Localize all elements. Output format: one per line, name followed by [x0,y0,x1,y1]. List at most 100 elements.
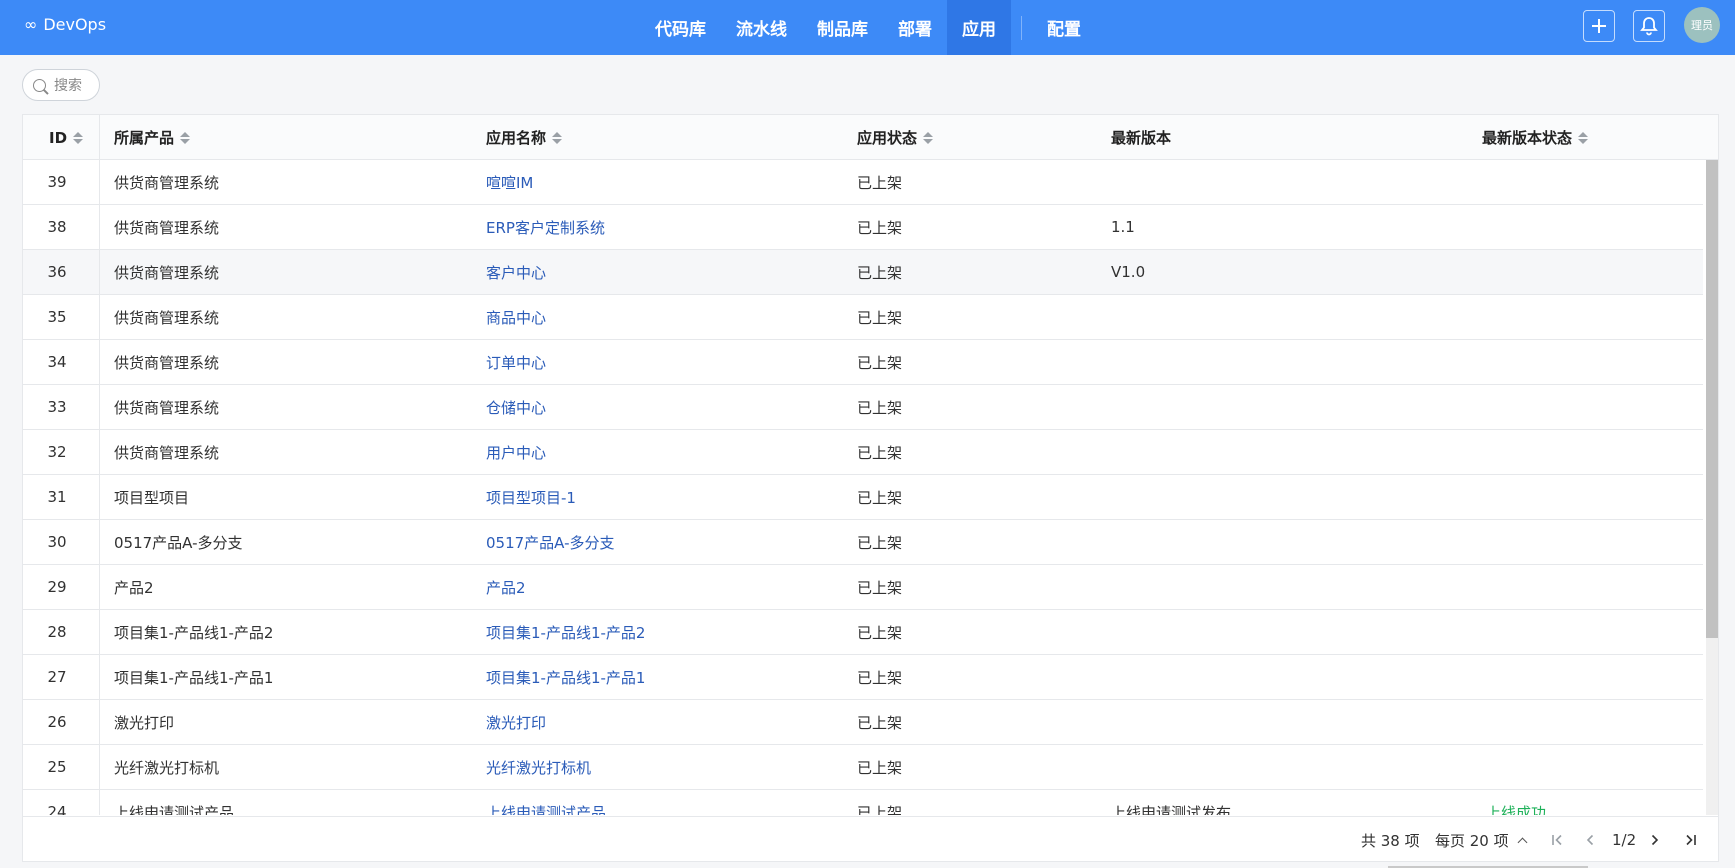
cell-id: 39 [47,173,67,191]
applications-table: ID 所属产品 应用名称 应用状态 最新版本 最新版本状态 39 供货商管理系统 喧… [22,114,1719,862]
table-row[interactable]: 35 供货商管理系统 商品中心 已上架 [23,295,1703,340]
table-row[interactable]: 30 0517产品A-多分支 0517产品A-多分支 已上架 [23,520,1703,565]
table-row[interactable]: 32 供货商管理系统 用户中心 已上架 [23,430,1703,475]
cell-id: 25 [47,758,67,776]
column-header-id[interactable]: ID [49,115,84,160]
nav-divider [1021,15,1022,40]
table-row[interactable]: 39 供货商管理系统 喧喧IM 已上架 [23,160,1703,205]
cell-product: 产品2 [114,578,154,597]
cell-id: 26 [47,713,67,731]
cell-app-name-link[interactable]: 上线申请测试产品 [486,790,606,816]
cell-app-name-link[interactable]: 客户中心 [486,250,546,294]
nav-item-pipeline[interactable]: 流水线 [721,0,802,55]
nav-item-artifacts[interactable]: 制品库 [802,0,883,55]
id-column-divider [99,115,100,815]
table-row[interactable]: 34 供货商管理系统 订单中心 已上架 [23,340,1703,385]
table-row[interactable]: 36 供货商管理系统 客户中心 已上架 V1.0 [23,250,1703,295]
table-row[interactable]: 26 激光打印 激光打印 已上架 [23,700,1703,745]
cell-product: 项目型项目 [114,488,190,507]
cell-app-name-link[interactable]: 项目型项目-1 [486,475,576,519]
cell-product: 项目集1-产品线1-产品1 [114,668,274,687]
cell-app-name-link[interactable]: 项目集1-产品线1-产品1 [486,655,645,699]
cell-app-status: 已上架 [857,758,903,777]
table-row[interactable]: 27 项目集1-产品线1-产品1 项目集1-产品线1-产品1 已上架 [23,655,1703,700]
cell-id: 34 [47,353,67,371]
nav-item-config[interactable]: 配置 [1032,0,1096,55]
next-page-button[interactable] [1650,817,1660,861]
table-row[interactable]: 25 光纤激光打标机 光纤激光打标机 已上架 [23,745,1703,790]
scrollbar-thumb[interactable] [1706,160,1718,638]
cell-id: 24 [47,803,67,815]
cell-app-name-link[interactable]: 订单中心 [486,340,546,384]
cell-app-name-link[interactable]: 产品2 [486,565,526,609]
add-button[interactable] [1583,10,1615,42]
cell-app-status: 已上架 [857,308,903,327]
app-logo[interactable]: ∞ DevOps [24,0,106,48]
cell-app-name-link[interactable]: 激光打印 [486,700,546,744]
pagination-bar: 共 38 项 每页 20 项 1/2 [23,816,1718,861]
column-header-product[interactable]: 所属产品 [114,115,191,160]
table-row[interactable]: 28 项目集1-产品线1-产品2 项目集1-产品线1-产品2 已上架 [23,610,1703,655]
cell-id: 32 [47,443,67,461]
cell-product: 光纤激光打标机 [114,758,220,777]
column-header-app-name[interactable]: 应用名称 [486,115,563,160]
nav-item-deploy[interactable]: 部署 [883,0,947,55]
cell-id: 28 [47,623,67,641]
table-row[interactable]: 33 供货商管理系统 仓储中心 已上架 [23,385,1703,430]
cell-app-status: 已上架 [857,218,903,237]
top-bar: ∞ DevOps 代码库 流水线 制品库 部署 应用 配置 理员 [0,0,1735,55]
cell-id: 31 [47,488,67,506]
cell-app-name-link[interactable]: 0517产品A-多分支 [486,520,615,564]
nav-item-code-repo[interactable]: 代码库 [640,0,721,55]
cell-app-name-link[interactable]: 仓储中心 [486,385,546,429]
cell-product: 0517产品A-多分支 [114,533,243,552]
table-row[interactable]: 24 上线申请测试产品 上线申请测试产品 已上架 上线申请测试发布 上线成功 [23,790,1703,815]
cell-product: 供货商管理系统 [114,173,220,192]
app-name: DevOps [43,14,107,34]
vertical-scrollbar[interactable] [1706,160,1718,815]
cell-product: 供货商管理系统 [114,263,220,282]
user-avatar[interactable]: 理员 [1684,7,1720,43]
cell-app-name-link[interactable]: 项目集1-产品线1-产品2 [486,610,645,654]
cell-app-name-link[interactable]: 用户中心 [486,430,546,474]
cell-app-status: 已上架 [857,623,903,642]
plus-icon [1592,19,1606,33]
search-box[interactable]: 搜索 [22,69,100,101]
cell-app-status: 已上架 [857,533,903,552]
column-header-app-status[interactable]: 应用状态 [857,115,934,160]
cell-product: 项目集1-产品线1-产品2 [114,623,274,642]
cell-product: 供货商管理系统 [114,398,220,417]
cell-latest-version: V1.0 [1111,263,1146,281]
cell-app-name-link[interactable]: 光纤激光打标机 [486,745,591,789]
column-header-latest-version-status[interactable]: 最新版本状态 [1482,115,1589,160]
infinity-logo-icon: ∞ [24,14,38,34]
chevron-up-icon [1517,837,1528,847]
cell-app-name-link[interactable]: ERP客户定制系统 [486,205,605,249]
bell-icon [1640,17,1658,36]
cell-app-status: 已上架 [857,353,903,372]
cell-app-status: 已上架 [857,668,903,687]
cell-app-status: 已上架 [857,398,903,417]
search-placeholder: 搜索 [54,78,82,94]
prev-page-button[interactable] [1585,817,1595,861]
nav-item-applications[interactable]: 应用 [947,0,1011,55]
cell-app-status: 已上架 [857,803,903,816]
page-size-selector[interactable]: 每页 20 项 [1435,817,1528,861]
last-page-button[interactable] [1683,817,1697,861]
prev-page-icon [1586,834,1594,846]
cell-id: 38 [47,218,67,236]
cell-id: 36 [47,263,67,281]
cell-id: 30 [47,533,67,551]
cell-app-name-link[interactable]: 商品中心 [486,295,546,339]
first-page-button[interactable] [1551,817,1565,861]
table-body: 39 供货商管理系统 喧喧IM 已上架 38 供货商管理系统 ERP客户定制系统 已上架 1.1… [23,160,1703,815]
cell-app-name-link[interactable]: 喧喧IM [486,160,533,204]
cell-product: 供货商管理系统 [114,308,220,327]
table-row[interactable]: 31 项目型项目 项目型项目-1 已上架 [23,475,1703,520]
table-row[interactable]: 29 产品2 产品2 已上架 [23,565,1703,610]
cell-app-status: 已上架 [857,578,903,597]
table-row[interactable]: 38 供货商管理系统 ERP客户定制系统 已上架 1.1 [23,205,1703,250]
cell-id: 35 [47,308,67,326]
notifications-button[interactable] [1633,10,1665,42]
first-page-icon [1552,834,1562,846]
